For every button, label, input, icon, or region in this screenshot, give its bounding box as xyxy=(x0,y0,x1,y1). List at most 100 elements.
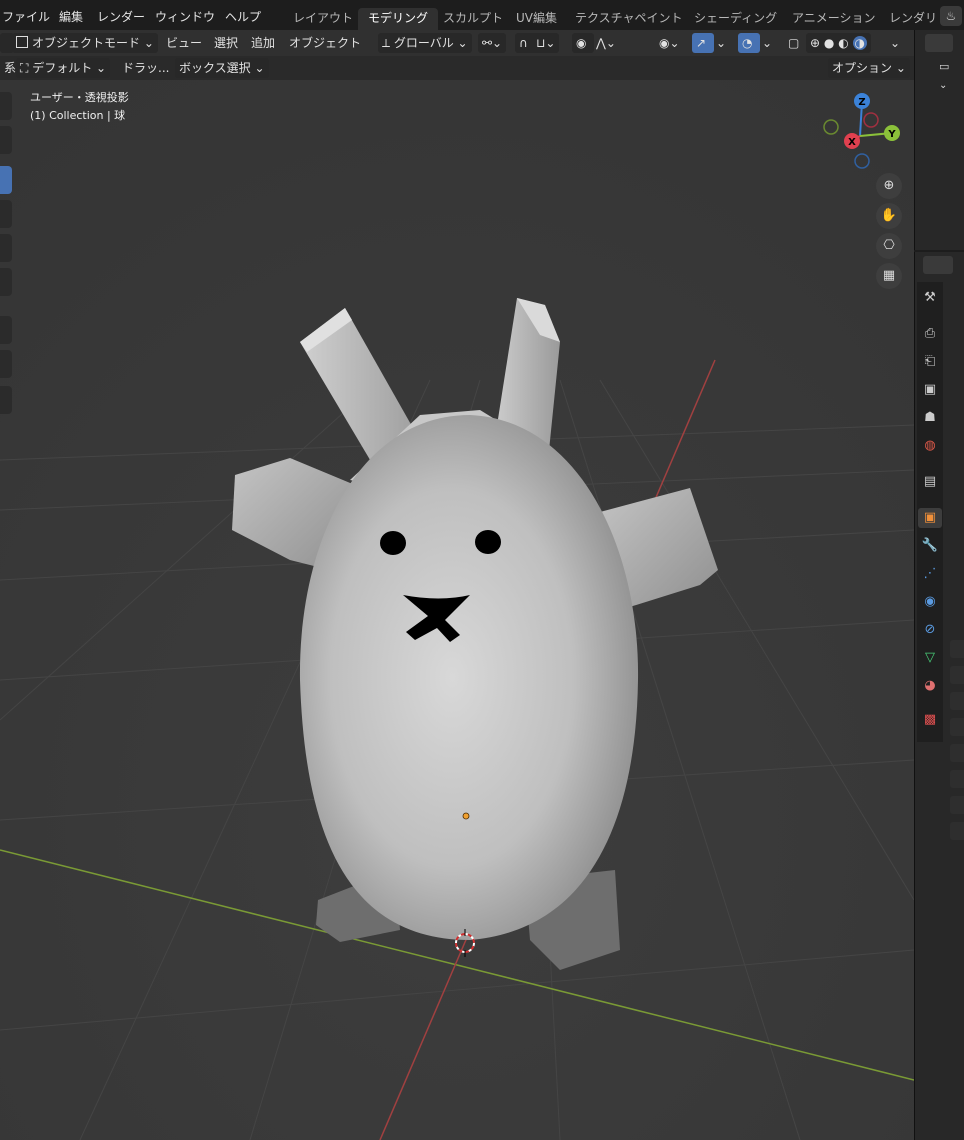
menu-help[interactable]: ヘルプ xyxy=(225,8,261,25)
tab-layout[interactable]: レイアウト xyxy=(283,8,363,30)
tab-modeling[interactable]: モデリング xyxy=(358,8,439,30)
transform-orientation-dropdown[interactable]: ⟂ グローバル ⌄ xyxy=(378,33,472,53)
tool-properties-icon[interactable]: ⚒ xyxy=(920,288,940,308)
object-mode-icon xyxy=(16,36,28,48)
viewport-scene xyxy=(0,80,914,1140)
drag-mode-label: ボックス選択 xyxy=(179,61,251,75)
panel-collapse-button[interactable] xyxy=(950,796,964,814)
gizmo-icon: ↗ xyxy=(696,36,707,50)
material-properties-icon[interactable]: ◕ xyxy=(920,676,940,696)
menu-view[interactable]: ビュー xyxy=(162,33,206,53)
transform-tool-icon[interactable] xyxy=(0,268,12,296)
annotate-tool-icon[interactable] xyxy=(0,316,12,344)
object-properties-icon[interactable]: ▣ xyxy=(918,508,942,528)
scene-collection-icon: ▭ xyxy=(939,60,950,73)
menu-add[interactable]: 追加 xyxy=(247,33,279,53)
panel-collapse-button[interactable] xyxy=(950,822,964,840)
drag-mode-dropdown[interactable]: ボックス選択 ⌄ xyxy=(175,58,269,78)
shading-dropdown[interactable]: ⌄ xyxy=(886,33,904,53)
render-properties-icon[interactable]: ⎙ xyxy=(920,324,940,344)
view-layer-icon[interactable]: ▣ xyxy=(920,380,940,400)
panel-collapse-button[interactable] xyxy=(950,770,964,788)
select-box-tool-icon[interactable] xyxy=(0,92,12,120)
pivot-icon: ⛶ xyxy=(20,61,33,75)
outliner-editor-icon[interactable] xyxy=(925,34,953,52)
falloff-curve-icon: ⋀⌄ xyxy=(596,36,616,50)
menu-select[interactable]: 選択 xyxy=(210,33,242,53)
gizmo-z-label: Z xyxy=(858,97,865,108)
measure-tool-icon[interactable] xyxy=(0,350,12,378)
solid-shading-icon[interactable]: ● xyxy=(824,36,834,50)
physics-properties-icon[interactable]: ◉ xyxy=(920,592,940,612)
data-properties-icon[interactable]: ▽ xyxy=(920,648,940,668)
xray-icon: ▢ xyxy=(788,36,800,50)
modifier-properties-icon[interactable]: 🔧 xyxy=(920,536,940,556)
options-dropdown[interactable]: オプション ⌄ xyxy=(828,58,910,78)
orientation-default-dropdown[interactable]: ⛶ デフォルト ⌄ xyxy=(16,58,111,78)
panel-collapse-button[interactable] xyxy=(950,744,964,762)
shading-buttons: ⊕ ● ◐ ◑ xyxy=(806,33,871,53)
tab-texture-paint[interactable]: テクスチャペイント xyxy=(565,8,693,30)
tab-sculpt[interactable]: スカルプト xyxy=(433,8,513,30)
object-origin-point xyxy=(462,812,470,820)
tab-shading[interactable]: シェーディング xyxy=(684,8,787,30)
cursor-tool-icon[interactable] xyxy=(0,126,12,154)
snap-target-dropdown[interactable]: ⊔⌄ xyxy=(532,33,560,53)
gizmo-dropdown[interactable]: ⌄ xyxy=(712,33,730,53)
proportional-edit-icon: ◉ xyxy=(576,36,587,50)
output-properties-icon[interactable]: ⎗ xyxy=(920,352,940,372)
move-tool-icon[interactable] xyxy=(0,166,12,194)
proportional-edit-toggle[interactable]: ◉ xyxy=(572,33,594,53)
pan-hand-icon[interactable]: ✋ xyxy=(876,203,902,229)
zoom-icon[interactable]: ⊕ xyxy=(876,173,902,199)
overlays-toggle[interactable]: ◔ xyxy=(738,33,760,53)
wireframe-shading-icon[interactable]: ⊕ xyxy=(810,36,820,50)
perspective-grid-icon[interactable]: ▦ xyxy=(876,263,902,289)
navigation-gizmo[interactable]: Z Y X xyxy=(818,90,908,180)
panel-collapse-button[interactable] xyxy=(950,640,964,658)
tab-animation[interactable]: アニメーション xyxy=(782,8,886,30)
rotate-tool-icon[interactable] xyxy=(0,200,12,228)
scene-selector-icon[interactable]: ♨ xyxy=(940,6,962,26)
world-properties-icon[interactable]: ◍ xyxy=(920,436,940,456)
gizmo-toggle[interactable]: ↗ xyxy=(692,33,714,53)
collection-properties-icon[interactable]: ▤ xyxy=(920,472,940,492)
tab-uv-editing[interactable]: UV編集 xyxy=(506,8,567,30)
scale-tool-icon[interactable] xyxy=(0,234,12,262)
constraints-properties-icon[interactable]: ⊘ xyxy=(920,620,940,640)
mode-dropdown[interactable]: オブジェクトモード ⌄ xyxy=(12,33,158,53)
falloff-dropdown[interactable]: ⋀⌄ xyxy=(592,33,620,53)
overlays-dropdown[interactable]: ⌄ xyxy=(758,33,776,53)
orientation-icon: ⟂ xyxy=(382,36,394,50)
tab-rendering[interactable]: レンダリ xyxy=(879,8,947,30)
visibility-dropdown[interactable]: ◉⌄ xyxy=(655,33,684,53)
panel-collapse-button[interactable] xyxy=(950,718,964,736)
panel-collapse-button[interactable] xyxy=(950,692,964,710)
outliner-panel: ▭ ⌄ xyxy=(914,30,964,250)
menu-window[interactable]: ウィンドウ xyxy=(155,8,215,25)
texture-properties-icon[interactable]: ▩ xyxy=(920,710,940,730)
options-label: オプション xyxy=(832,61,893,75)
chevron-down-icon: ⌄ xyxy=(890,36,901,50)
panel-collapse-button[interactable] xyxy=(950,666,964,684)
tool-settings-bar: 系: ⛶ デフォルト ⌄ ドラッ... ボックス選択 ⌄ オプション ⌄ xyxy=(0,56,914,80)
material-shading-icon[interactable]: ◐ xyxy=(838,36,848,50)
properties-editor-icon[interactable] xyxy=(923,256,953,274)
drag-label: ドラッ... xyxy=(122,61,170,75)
chevron-down-icon: ⌄ xyxy=(762,36,773,50)
eye-icon: ◉⌄ xyxy=(659,36,680,50)
pivot-point-dropdown[interactable]: ⚯⌄ xyxy=(478,33,507,53)
expand-chevron-icon[interactable]: ⌄ xyxy=(939,80,947,91)
camera-view-icon[interactable]: ⎔ xyxy=(876,233,902,259)
menu-render[interactable]: レンダー xyxy=(97,8,145,25)
scene-properties-icon[interactable]: ☗ xyxy=(920,408,940,428)
particles-properties-icon[interactable]: ⋰ xyxy=(920,564,940,584)
menu-object[interactable]: オブジェクト xyxy=(285,33,365,53)
menu-edit[interactable]: 編集 xyxy=(59,8,83,25)
chevron-down-icon: ⌄ xyxy=(453,36,468,50)
rendered-shading-icon[interactable]: ◑ xyxy=(852,36,867,50)
add-cube-tool-icon[interactable] xyxy=(0,386,12,414)
menu-file[interactable]: ファイル xyxy=(2,8,50,25)
3d-viewport[interactable]: ユーザー・透視投影 (1) Collection | 球 Z Y X ⊕ ✋ ⎔… xyxy=(0,80,914,1140)
xray-toggle[interactable]: ▢ xyxy=(784,33,803,53)
